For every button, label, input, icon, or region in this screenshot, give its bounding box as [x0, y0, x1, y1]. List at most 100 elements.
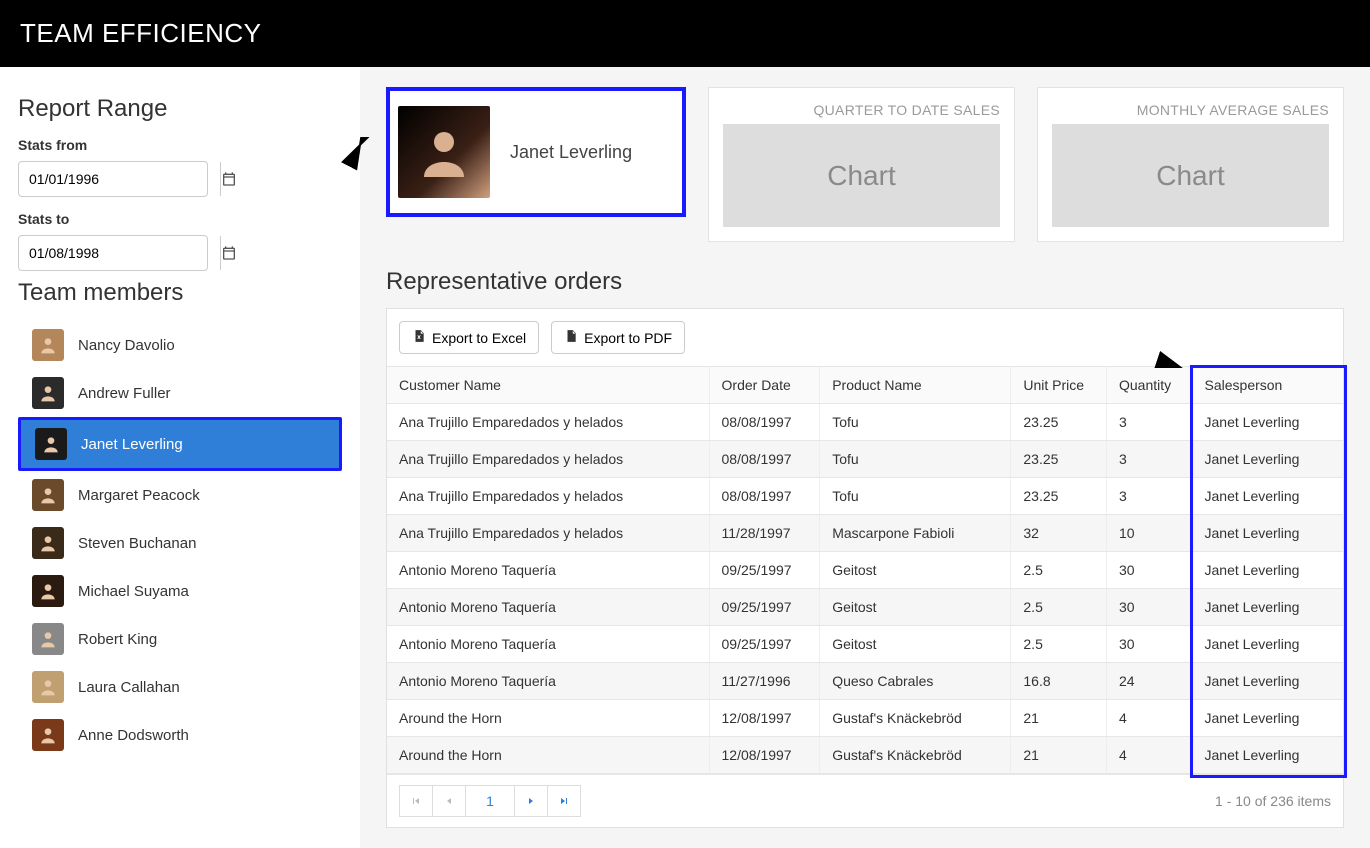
team-member-item[interactable]: Robert King [18, 615, 342, 663]
export-excel-button[interactable]: Export to Excel [399, 321, 539, 354]
cell-qty: 3 [1106, 441, 1192, 478]
cell-product: Geitost [820, 552, 1011, 589]
cell-date: 09/25/1997 [709, 626, 820, 663]
stats-to-input[interactable] [18, 235, 208, 271]
col-customer-name[interactable]: Customer Name [387, 367, 709, 404]
cell-qty: 30 [1106, 552, 1192, 589]
chart-placeholder: Chart [1052, 124, 1329, 227]
report-range-heading: Report Range [18, 95, 342, 123]
cell-product: Gustaf's Knäckebröd [820, 737, 1011, 774]
orders-heading: Representative orders [386, 268, 1344, 296]
table-row[interactable]: Ana Trujillo Emparedados y helados08/08/… [387, 441, 1343, 478]
stats-from-input[interactable] [18, 161, 208, 197]
orders-grid: Export to Excel Export to PDF Customer N… [386, 308, 1344, 828]
cell-customer: Ana Trujillo Emparedados y helados [387, 478, 709, 515]
table-row[interactable]: Ana Trujillo Emparedados y helados08/08/… [387, 478, 1343, 515]
cell-date: 11/27/1996 [709, 663, 820, 700]
calendar-icon[interactable] [220, 162, 237, 196]
col-salesperson[interactable]: Salesperson [1192, 367, 1343, 404]
cell-product: Gustaf's Knäckebröd [820, 700, 1011, 737]
cell-product: Queso Cabrales [820, 663, 1011, 700]
team-member-item[interactable]: Anne Dodsworth [18, 711, 342, 759]
team-member-item[interactable]: Steven Buchanan [18, 519, 342, 567]
avatar [398, 106, 490, 198]
col-quantity[interactable]: Quantity [1106, 367, 1192, 404]
team-members-heading: Team members [18, 279, 342, 307]
export-pdf-button[interactable]: Export to PDF [551, 321, 685, 354]
pager-prev-button[interactable] [432, 785, 466, 817]
avatar [32, 719, 64, 751]
avatar [32, 671, 64, 703]
cell-sales: Janet Leverling [1192, 515, 1343, 552]
team-member-item[interactable]: Laura Callahan [18, 663, 342, 711]
cell-date: 08/08/1997 [709, 441, 820, 478]
team-member-item[interactable]: Nancy Davolio [18, 321, 342, 369]
cell-sales: Janet Leverling [1192, 626, 1343, 663]
cell-product: Geitost [820, 626, 1011, 663]
avatar [32, 575, 64, 607]
grid-toolbar: Export to Excel Export to PDF [387, 309, 1343, 367]
col-unit-price[interactable]: Unit Price [1011, 367, 1107, 404]
table-row[interactable]: Antonio Moreno Taquería09/25/1997Geitost… [387, 589, 1343, 626]
cell-date: 09/25/1997 [709, 552, 820, 589]
cell-sales: Janet Leverling [1192, 552, 1343, 589]
avatar [32, 623, 64, 655]
table-row[interactable]: Around the Horn12/08/1997Gustaf's Knäcke… [387, 700, 1343, 737]
orders-table: Customer Name Order Date Product Name Un… [387, 367, 1343, 774]
table-row[interactable]: Antonio Moreno Taquería09/25/1997Geitost… [387, 552, 1343, 589]
team-member-name: Michael Suyama [78, 583, 189, 600]
cell-price: 32 [1011, 515, 1107, 552]
stats-from-field[interactable] [19, 162, 220, 196]
table-row[interactable]: Around the Horn12/08/1997Gustaf's Knäcke… [387, 737, 1343, 774]
identity-card: Janet Leverling [386, 87, 686, 217]
table-row[interactable]: Antonio Moreno Taquería09/25/1997Geitost… [387, 626, 1343, 663]
pager-page-number[interactable]: 1 [465, 785, 515, 817]
cell-sales: Janet Leverling [1192, 441, 1343, 478]
cell-product: Tofu [820, 404, 1011, 441]
cell-date: 11/28/1997 [709, 515, 820, 552]
cell-price: 2.5 [1011, 626, 1107, 663]
pager-last-button[interactable] [547, 785, 581, 817]
avatar [32, 329, 64, 361]
team-member-item[interactable]: Andrew Fuller [18, 369, 342, 417]
cell-date: 08/08/1997 [709, 404, 820, 441]
team-member-item[interactable]: Michael Suyama [18, 567, 342, 615]
col-product-name[interactable]: Product Name [820, 367, 1011, 404]
cell-price: 23.25 [1011, 441, 1107, 478]
app-header: TEAM EFFICIENCY [0, 0, 1370, 67]
cell-price: 2.5 [1011, 589, 1107, 626]
team-member-item[interactable]: Margaret Peacock [18, 471, 342, 519]
pager-next-button[interactable] [514, 785, 548, 817]
sidebar: Report Range Stats from Stats to Team me… [0, 67, 360, 848]
avatar [32, 479, 64, 511]
stats-to-field[interactable] [19, 236, 220, 270]
cell-qty: 4 [1106, 737, 1192, 774]
chart-placeholder: Chart [723, 124, 1000, 227]
team-member-name: Andrew Fuller [78, 385, 171, 402]
cell-customer: Antonio Moreno Taquería [387, 552, 709, 589]
cell-product: Mascarpone Fabioli [820, 515, 1011, 552]
cell-customer: Ana Trujillo Emparedados y helados [387, 515, 709, 552]
cell-customer: Antonio Moreno Taquería [387, 626, 709, 663]
calendar-icon[interactable] [220, 236, 237, 270]
cell-customer: Around the Horn [387, 737, 709, 774]
team-member-name: Laura Callahan [78, 679, 180, 696]
table-row[interactable]: Ana Trujillo Emparedados y helados11/28/… [387, 515, 1343, 552]
pdf-icon [564, 329, 578, 346]
cell-customer: Antonio Moreno Taquería [387, 589, 709, 626]
stat-card-quarter: QUARTER TO DATE SALES Chart [708, 87, 1015, 242]
cell-sales: Janet Leverling [1192, 589, 1343, 626]
table-row[interactable]: Antonio Moreno Taquería11/27/1996Queso C… [387, 663, 1343, 700]
team-member-name: Janet Leverling [81, 436, 183, 453]
table-row[interactable]: Ana Trujillo Emparedados y helados08/08/… [387, 404, 1343, 441]
pager-first-button[interactable] [399, 785, 433, 817]
stat-card-monthly: MONTHLY AVERAGE SALES Chart [1037, 87, 1344, 242]
team-member-item[interactable]: Janet Leverling [18, 417, 342, 471]
stat-title: QUARTER TO DATE SALES [723, 102, 1000, 118]
cell-customer: Around the Horn [387, 700, 709, 737]
cell-price: 23.25 [1011, 404, 1107, 441]
cell-price: 23.25 [1011, 478, 1107, 515]
cell-qty: 30 [1106, 626, 1192, 663]
export-excel-label: Export to Excel [432, 330, 526, 346]
col-order-date[interactable]: Order Date [709, 367, 820, 404]
